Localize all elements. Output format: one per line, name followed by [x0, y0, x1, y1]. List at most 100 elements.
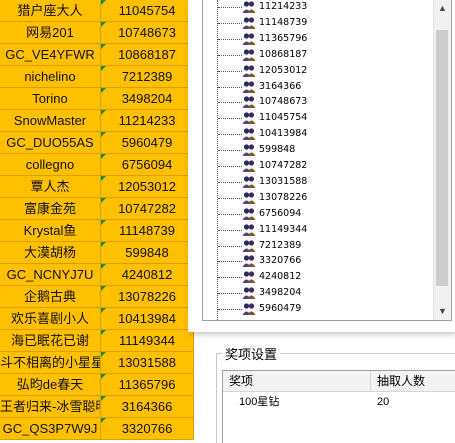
cell-id[interactable]: 11149344	[101, 330, 194, 352]
comment-marker-icon	[101, 374, 106, 379]
sheet-row: 企鹅古典 13078226	[0, 286, 196, 308]
tree-item[interactable]: 10747282	[203, 158, 423, 174]
cell-nickname[interactable]: Krystal鱼	[0, 220, 101, 242]
tree-item[interactable]: 10868187	[203, 47, 423, 63]
cell-nickname[interactable]: 网易201	[0, 22, 101, 44]
comment-marker-icon	[101, 352, 106, 357]
tree-connector	[218, 7, 242, 8]
scroll-thumb[interactable]	[436, 30, 448, 286]
tree-connector	[218, 86, 242, 88]
user-group-icon	[242, 111, 256, 125]
scroll-down-arrow-icon[interactable]: ▼	[434, 303, 451, 320]
cell-id[interactable]: 10747282	[101, 198, 194, 220]
tree-connector	[218, 245, 242, 247]
cell-nickname[interactable]: 大漠胡杨	[0, 242, 101, 264]
user-group-icon	[242, 48, 256, 62]
sheet-row: Krystal鱼 11148739	[0, 220, 196, 242]
cell-id[interactable]: 13078226	[101, 286, 194, 308]
user-group-icon	[242, 64, 256, 78]
cell-nickname[interactable]: 欢乐喜剧小人	[0, 308, 101, 330]
cell-id[interactable]: 11045754	[101, 0, 194, 22]
tree-item[interactable]: 13078226	[203, 190, 423, 206]
user-group-icon	[242, 191, 256, 205]
cell-id[interactable]: 3320766	[101, 418, 194, 440]
cell-id[interactable]: 10868187	[101, 44, 194, 66]
cell-nickname[interactable]: GC_VE4YFWR	[0, 44, 101, 66]
tree-item[interactable]: 11365796	[203, 31, 423, 47]
tree-item[interactable]: 4240812	[203, 269, 423, 285]
scroll-up-arrow-icon[interactable]: ▲	[434, 0, 451, 17]
tree-item[interactable]: 3498204	[203, 285, 423, 301]
cell-nickname[interactable]: 企鹅古典	[0, 286, 101, 308]
prize-item-count[interactable]: 20	[377, 393, 389, 411]
tree-item[interactable]: 11045754	[203, 110, 423, 126]
cell-id[interactable]: 10748673	[101, 22, 194, 44]
user-group-icon	[242, 16, 256, 30]
column-header-prize[interactable]: 奖项	[223, 371, 371, 391]
sheet-row: 覃人杰 12053012	[0, 176, 196, 198]
column-header-count[interactable]: 抽取人数	[371, 371, 455, 391]
tree-item[interactable]: 7212389	[203, 238, 423, 254]
tree-item[interactable]: 3164366	[203, 79, 423, 95]
cell-nickname[interactable]: GC_NCNYJ7U	[0, 264, 101, 286]
tree-item[interactable]: 5960479	[203, 301, 423, 317]
tree-item[interactable]: 10413984	[203, 126, 423, 142]
comment-marker-icon	[101, 242, 106, 247]
cell-nickname[interactable]: 斗不相离的小星星	[0, 352, 101, 374]
cell-id[interactable]: 11148739	[101, 220, 194, 242]
cell-nickname[interactable]: Torino	[0, 88, 101, 110]
cell-id[interactable]: 3498204	[101, 88, 194, 110]
tree-item[interactable]: 11149344	[203, 222, 423, 238]
tree-item[interactable]: 599848	[203, 142, 423, 158]
prize-list[interactable]: 奖项 抽取人数 100星钻 20	[222, 370, 455, 443]
cell-nickname[interactable]: GC_QS3P7W9J	[0, 418, 101, 440]
tree-item[interactable]: 11148739	[203, 15, 423, 31]
cell-nickname[interactable]: 富康金苑	[0, 198, 101, 220]
tree-item-label: 10747282	[259, 160, 308, 171]
tree-item-label: 11148739	[259, 16, 308, 28]
cell-nickname[interactable]: 覃人杰	[0, 176, 101, 198]
cell-id[interactable]: 5960479	[101, 132, 194, 154]
cell-nickname[interactable]: SnowMaster	[0, 110, 101, 132]
tree-scrollbar[interactable]: ▲ ▼	[433, 0, 451, 320]
cell-id[interactable]: 6756094	[101, 154, 194, 176]
cell-id[interactable]: 7212389	[101, 66, 194, 88]
tree-item[interactable]: 6756094	[203, 206, 423, 222]
tree-connector	[218, 261, 242, 263]
sheet-row: GC_QS3P7W9J 3320766	[0, 418, 196, 440]
tree-item[interactable]: 13031588	[203, 174, 423, 190]
sheet-row: GC_DUO55AS 5960479	[0, 132, 196, 154]
cell-id[interactable]: 12053012	[101, 176, 194, 198]
cell-id[interactable]: 11214233	[101, 110, 194, 132]
prize-list-header: 奖项 抽取人数	[223, 371, 455, 392]
comment-marker-icon	[101, 286, 106, 291]
cell-nickname[interactable]: 王者归来-冰雪聪明	[0, 396, 101, 418]
tree-item[interactable]: 3320766	[203, 253, 423, 269]
sheet-row: SnowMaster 11214233	[0, 110, 196, 132]
tree-item[interactable]: 12053012	[203, 63, 423, 79]
tree-connector	[218, 102, 242, 104]
cell-id[interactable]: 10413984	[101, 308, 194, 330]
cell-nickname[interactable]: GC_DUO55AS	[0, 132, 101, 154]
cell-id[interactable]: 3164366	[101, 396, 194, 418]
cell-nickname[interactable]: 弘昀de春天	[0, 374, 101, 396]
user-group-icon	[242, 127, 256, 141]
cell-nickname[interactable]: collegno	[0, 154, 101, 176]
comment-marker-icon	[101, 220, 106, 225]
sheet-row: 富康金苑 10747282	[0, 198, 196, 220]
comment-marker-icon	[101, 22, 106, 27]
cell-nickname[interactable]: 猎户座大人	[0, 0, 101, 22]
participant-tree[interactable]: 11214233 11148739 11365796 10868187 12053012…	[202, 0, 452, 321]
cell-nickname[interactable]: 海已眠花已谢	[0, 330, 101, 352]
tree-item[interactable]: 11214233	[203, 0, 423, 15]
cell-id[interactable]: 11365796	[101, 374, 194, 396]
cell-id[interactable]: 4240812	[101, 264, 194, 286]
cell-nickname[interactable]: nichelino	[0, 66, 101, 88]
comment-marker-icon	[101, 0, 106, 5]
cell-id[interactable]: 13031588	[101, 352, 194, 374]
cell-id[interactable]: 599848	[101, 242, 194, 264]
prize-item-name[interactable]: 100星钻	[239, 393, 279, 411]
tree-item[interactable]: 10748673	[203, 94, 423, 110]
tree-connector	[218, 118, 242, 120]
tree-connector	[218, 309, 242, 311]
